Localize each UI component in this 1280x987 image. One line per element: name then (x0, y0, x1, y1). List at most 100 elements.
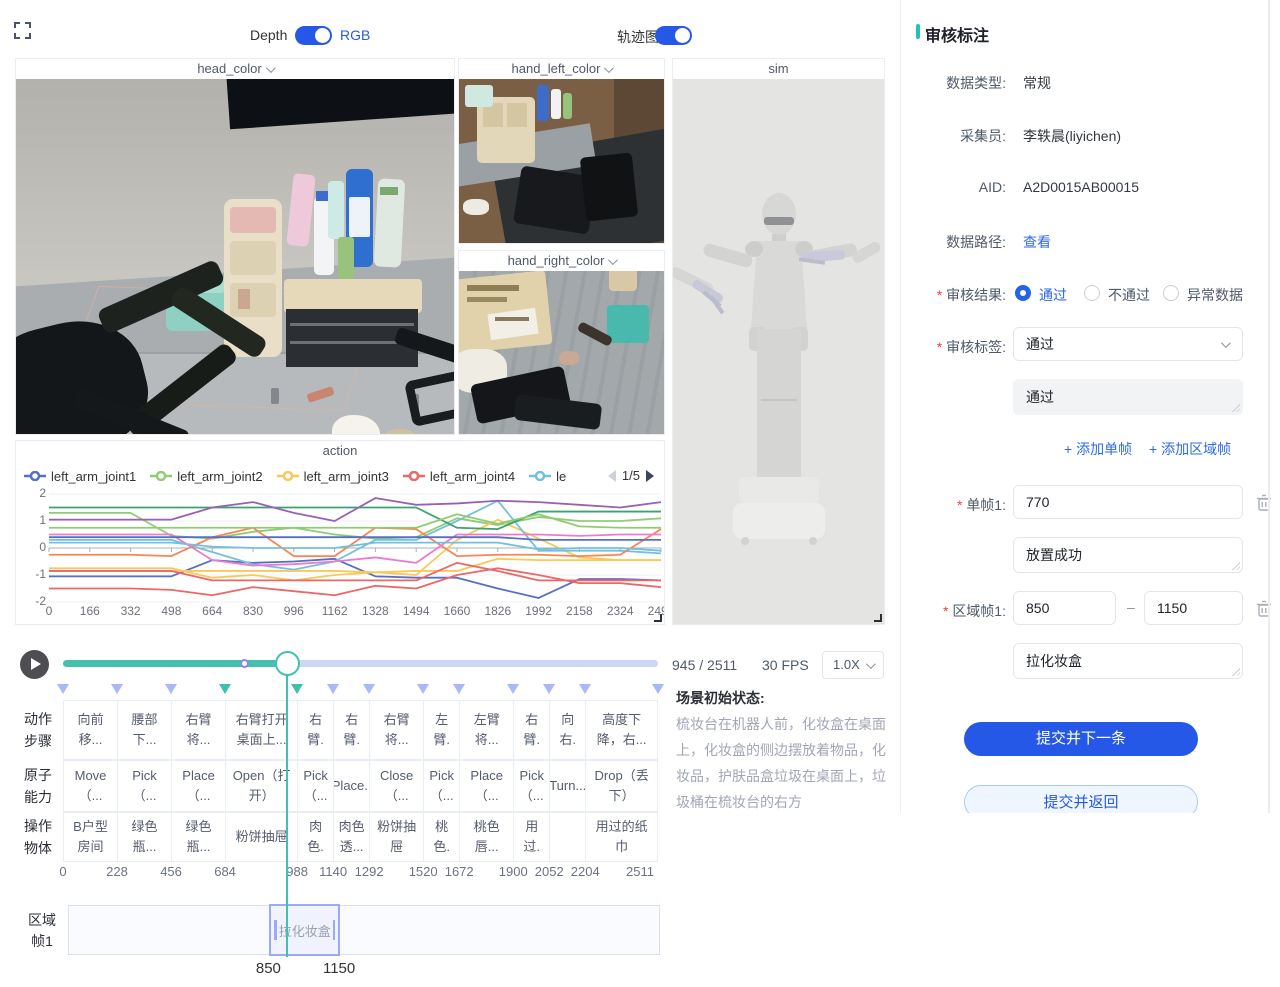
radio-abnormal[interactable] (1163, 285, 1179, 301)
atomic-ability-cell[interactable]: Move（... (63, 760, 117, 812)
atomic-ability-cell[interactable]: Pick（... (117, 760, 171, 812)
resize-corner-icon[interactable] (654, 614, 662, 622)
speed-select[interactable]: 1.0X (822, 651, 884, 679)
steps-axis-label: 2511 (618, 864, 662, 879)
operated-object-cell[interactable]: 肉色. (297, 812, 333, 862)
data-path-link[interactable]: 查看 (1023, 232, 1051, 252)
region-end-input[interactable]: 1150 (1144, 591, 1243, 625)
operated-object-cell[interactable] (549, 812, 585, 862)
resize-corner-icon[interactable] (874, 614, 882, 622)
legend-next-icon[interactable] (646, 470, 654, 482)
add-single-frame-link[interactable]: + 添加单帧 (1064, 439, 1132, 459)
trajectory-toggle[interactable] (655, 26, 692, 45)
timeline-marker[interactable] (543, 684, 555, 694)
operated-object-cell[interactable]: 绿色瓶... (171, 812, 225, 862)
operated-object-cell[interactable]: 桃色. (423, 812, 459, 862)
legend-item-le[interactable]: le (529, 469, 566, 484)
action-step-cell[interactable]: 右臂. (513, 700, 549, 760)
atomic-ability-cell[interactable]: Place.. (333, 760, 369, 812)
slider-fill (63, 660, 287, 667)
depth-rgb-toggle[interactable] (295, 26, 332, 45)
data-path-label: 数据路径: (901, 232, 1006, 252)
hand-left-header[interactable]: hand_left_color (459, 59, 664, 79)
atomic-ability-cell[interactable]: Drop（丢下） (585, 760, 658, 812)
atomic-ability-cell[interactable]: Pick（... (513, 760, 549, 812)
head-color-header[interactable]: head_color (16, 59, 454, 79)
submit-next-button[interactable]: 提交并下一条 (964, 722, 1198, 756)
legend-prev-icon[interactable] (608, 470, 616, 482)
action-step-cell[interactable]: 向前移... (63, 700, 117, 760)
scrollbar[interactable] (1268, 0, 1270, 813)
hand-right-header[interactable]: hand_right_color (459, 251, 664, 271)
add-region-frame-link[interactable]: + 添加区域帧 (1149, 439, 1231, 459)
play-button[interactable] (20, 650, 49, 679)
region-frame-note[interactable]: 拉化妆盒 (1013, 643, 1243, 679)
legend-marker-icon (403, 471, 425, 481)
fullscreen-icon[interactable] (14, 22, 31, 39)
action-step-cell[interactable]: 右臂将... (369, 700, 423, 760)
operated-object-cell[interactable]: 用过. (513, 812, 549, 862)
region-track[interactable]: 拉化妆盒 (68, 905, 660, 955)
action-step-cell[interactable]: 右臂将... (171, 700, 225, 760)
operated-object-cell[interactable]: 用过的纸巾 (585, 812, 658, 862)
action-step-cell[interactable]: 左臂. (423, 700, 459, 760)
timeline-marker[interactable] (327, 684, 339, 694)
timeline-marker[interactable] (652, 684, 664, 694)
series-right_arm_joint7 (49, 543, 661, 551)
radio-pass-label[interactable]: 通过 (1039, 285, 1067, 305)
region-handle-right[interactable] (333, 920, 336, 940)
radio-fail[interactable] (1084, 285, 1100, 301)
legend-item-left_arm_joint4[interactable]: left_arm_joint4 (403, 469, 515, 484)
legend-label: left_arm_joint4 (430, 469, 515, 484)
action-step-cell[interactable]: 向右. (549, 700, 585, 760)
operated-object-cell[interactable]: 粉饼抽屉 (369, 812, 423, 862)
action-step-cell[interactable]: 右臂. (297, 700, 333, 760)
operated-object-cell[interactable]: 绿色瓶... (117, 812, 171, 862)
textarea-grip-icon[interactable] (1231, 561, 1240, 570)
atomic-ability-cell[interactable]: Place（... (459, 760, 513, 812)
timeline-marker[interactable] (111, 684, 123, 694)
radio-pass[interactable] (1015, 285, 1031, 301)
single-frame-input[interactable]: 770 (1013, 485, 1243, 519)
radio-fail-label[interactable]: 不通过 (1108, 285, 1150, 305)
timeline-marker[interactable] (507, 684, 519, 694)
legend-item-left_arm_joint2[interactable]: left_arm_joint2 (150, 469, 262, 484)
timeline-marker[interactable] (57, 684, 69, 694)
timeline-marker[interactable] (453, 684, 465, 694)
operated-object-cell[interactable]: B户型房间 (63, 812, 117, 862)
textarea-grip-icon[interactable] (1231, 403, 1240, 412)
radio-abnormal-label[interactable]: 异常数据 (1187, 285, 1243, 305)
atomic-ability-cell[interactable]: Close（... (369, 760, 423, 812)
action-step-cell[interactable]: 腰部下... (117, 700, 171, 760)
legend-item-left_arm_joint3[interactable]: left_arm_joint3 (277, 469, 389, 484)
submit-return-button[interactable]: 提交并返回 (964, 785, 1198, 813)
region-block[interactable]: 拉化妆盒 (269, 904, 340, 956)
action-step-cell[interactable]: 高度下降，右... (585, 700, 658, 760)
atomic-ability-cell[interactable]: Turn... (549, 760, 585, 812)
slider-handle[interactable] (275, 651, 300, 676)
textarea-grip-icon[interactable] (1231, 667, 1240, 676)
timeline-marker[interactable] (579, 684, 591, 694)
chart-plot[interactable]: 210-1-2016633249866483099611621328149416… (16, 486, 665, 625)
legend-item-left_arm_joint1[interactable]: left_arm_joint1 (24, 469, 136, 484)
operated-object-cell[interactable]: 肉色透... (333, 812, 369, 862)
region-start-input[interactable]: 850 (1013, 591, 1116, 625)
timeline-marker[interactable] (291, 684, 303, 694)
atomic-ability-cell[interactable]: Pick（... (423, 760, 459, 812)
tag-select[interactable]: 通过 (1013, 327, 1243, 361)
operated-object-cell[interactable]: 桃色唇... (459, 812, 513, 862)
timeline-marker[interactable] (417, 684, 429, 694)
region-handle-left[interactable] (274, 920, 277, 940)
single-frame-note[interactable]: 放置成功 (1013, 537, 1243, 573)
tag-select-value: 通过 (1026, 336, 1054, 352)
timeline-marker[interactable] (363, 684, 375, 694)
tag-note-textarea[interactable]: 通过 (1013, 379, 1243, 415)
atomic-ability-cell[interactable]: Pick（... (297, 760, 333, 812)
action-step-cell[interactable]: 右臂. (333, 700, 369, 760)
timeline-marker[interactable] (219, 684, 231, 694)
atomic-ability-cell[interactable]: Place（... (171, 760, 225, 812)
legend-page-indicator: 1/5 (622, 468, 640, 483)
action-step-cell[interactable]: 左臂将... (459, 700, 513, 760)
timeline-slider[interactable] (63, 660, 658, 667)
timeline-marker[interactable] (165, 684, 177, 694)
